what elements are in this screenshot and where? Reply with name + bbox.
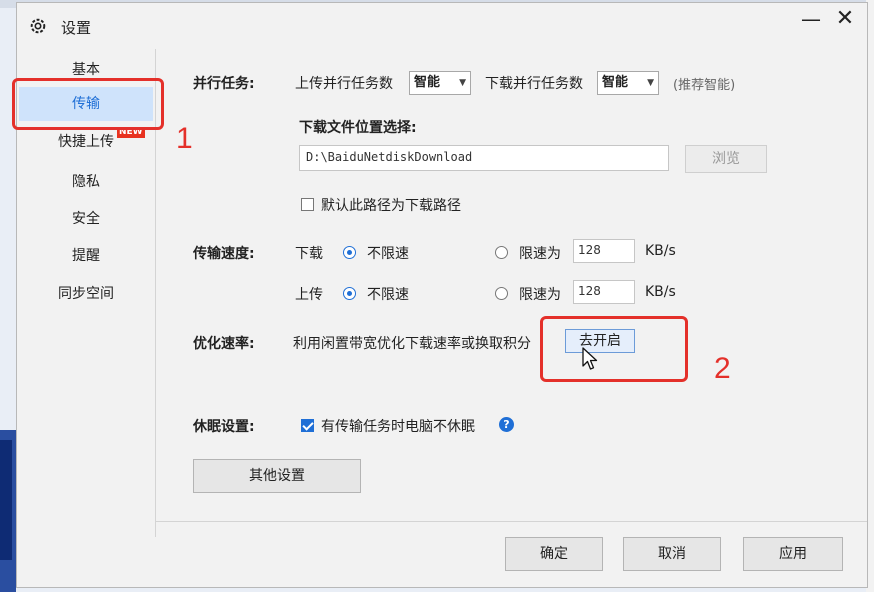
download-limit-input[interactable]: 128 [573, 239, 635, 263]
default-path-checkbox[interactable] [301, 198, 314, 211]
parallel-tasks-label: 并行任务: [193, 76, 255, 92]
download-parallel-select[interactable]: 智能 ▼ [597, 71, 659, 95]
upload-speed-unit: KB/s [645, 284, 676, 300]
title-bar[interactable]: 设置 — ✕ [17, 3, 867, 47]
chevron-down-icon: ▼ [647, 78, 654, 88]
download-parallel-value: 智能 [602, 75, 629, 90]
cancel-button[interactable]: 取消 [623, 537, 721, 571]
download-limit-radio[interactable] [495, 246, 508, 259]
annotation-box-transfer [12, 78, 164, 130]
sidebar-item-label: 安全 [72, 211, 100, 227]
upload-unlimited-label: 不限速 [367, 287, 409, 303]
download-path-input[interactable]: D:\BaiduNetdiskDownload [299, 145, 669, 171]
download-parallel-label: 下载并行任务数 [485, 76, 583, 92]
download-speed-label: 下载 [295, 246, 323, 262]
upload-unlimited-radio[interactable] [343, 287, 356, 300]
optimize-speed-label: 优化速率: [193, 336, 255, 352]
upload-parallel-value: 智能 [414, 75, 441, 90]
mouse-cursor-icon [582, 347, 598, 370]
upload-limit-radio[interactable] [495, 287, 508, 300]
download-unlimited-radio[interactable] [343, 246, 356, 259]
help-icon[interactable]: ? [499, 417, 514, 432]
upload-parallel-select[interactable]: 智能 ▼ [409, 71, 471, 95]
sidebar-item-label: 提醒 [72, 248, 100, 264]
browse-button[interactable]: 浏览 [685, 145, 767, 173]
background-window-edge-dark [0, 440, 12, 560]
upload-limit-input[interactable]: 128 [573, 280, 635, 304]
annotation-number-1: 1 [176, 122, 193, 155]
no-sleep-label: 有传输任务时电脑不休眠 [321, 419, 475, 435]
optimize-speed-description: 利用闲置带宽优化下载速率或换取积分 [293, 336, 531, 352]
minimize-button[interactable]: — [797, 5, 825, 33]
sidebar-item-quick-upload[interactable]: 快捷上传 NEW [17, 125, 155, 159]
transfer-speed-label: 传输速度: [193, 246, 255, 262]
upload-speed-label: 上传 [295, 287, 323, 303]
sidebar-item-privacy[interactable]: 隐私 [17, 165, 155, 199]
sidebar-item-security[interactable]: 安全 [17, 202, 155, 236]
sidebar-item-label: 同步空间 [58, 286, 114, 302]
no-sleep-checkbox[interactable] [301, 419, 314, 432]
sidebar-item-sync-space[interactable]: 同步空间 [17, 277, 155, 311]
default-path-label: 默认此路径为下载路径 [321, 198, 461, 214]
sidebar-item-label: 隐私 [72, 174, 100, 190]
sidebar-item-label: 基本 [72, 62, 100, 78]
sidebar-item-label: 快捷上传 [58, 134, 114, 150]
download-location-label: 下载文件位置选择: [299, 120, 417, 136]
gear-icon [30, 18, 46, 34]
download-unlimited-label: 不限速 [367, 246, 409, 262]
footer-divider [155, 521, 867, 522]
sleep-settings-label: 休眠设置: [193, 419, 255, 435]
upload-limit-label: 限速为 [519, 287, 561, 303]
annotation-number-2: 2 [714, 352, 731, 385]
upload-parallel-label: 上传并行任务数 [295, 76, 393, 92]
apply-button[interactable]: 应用 [743, 537, 843, 571]
other-settings-button[interactable]: 其他设置 [193, 459, 361, 493]
download-limit-label: 限速为 [519, 246, 561, 262]
window-title: 设置 [61, 19, 92, 37]
close-button[interactable]: ✕ [831, 5, 859, 33]
ok-button[interactable]: 确定 [505, 537, 603, 571]
chevron-down-icon: ▼ [459, 78, 466, 88]
sidebar-item-reminder[interactable]: 提醒 [17, 239, 155, 273]
annotation-box-enable [540, 316, 688, 382]
download-speed-unit: KB/s [645, 243, 676, 259]
parallel-hint: (推荐智能) [673, 78, 736, 93]
